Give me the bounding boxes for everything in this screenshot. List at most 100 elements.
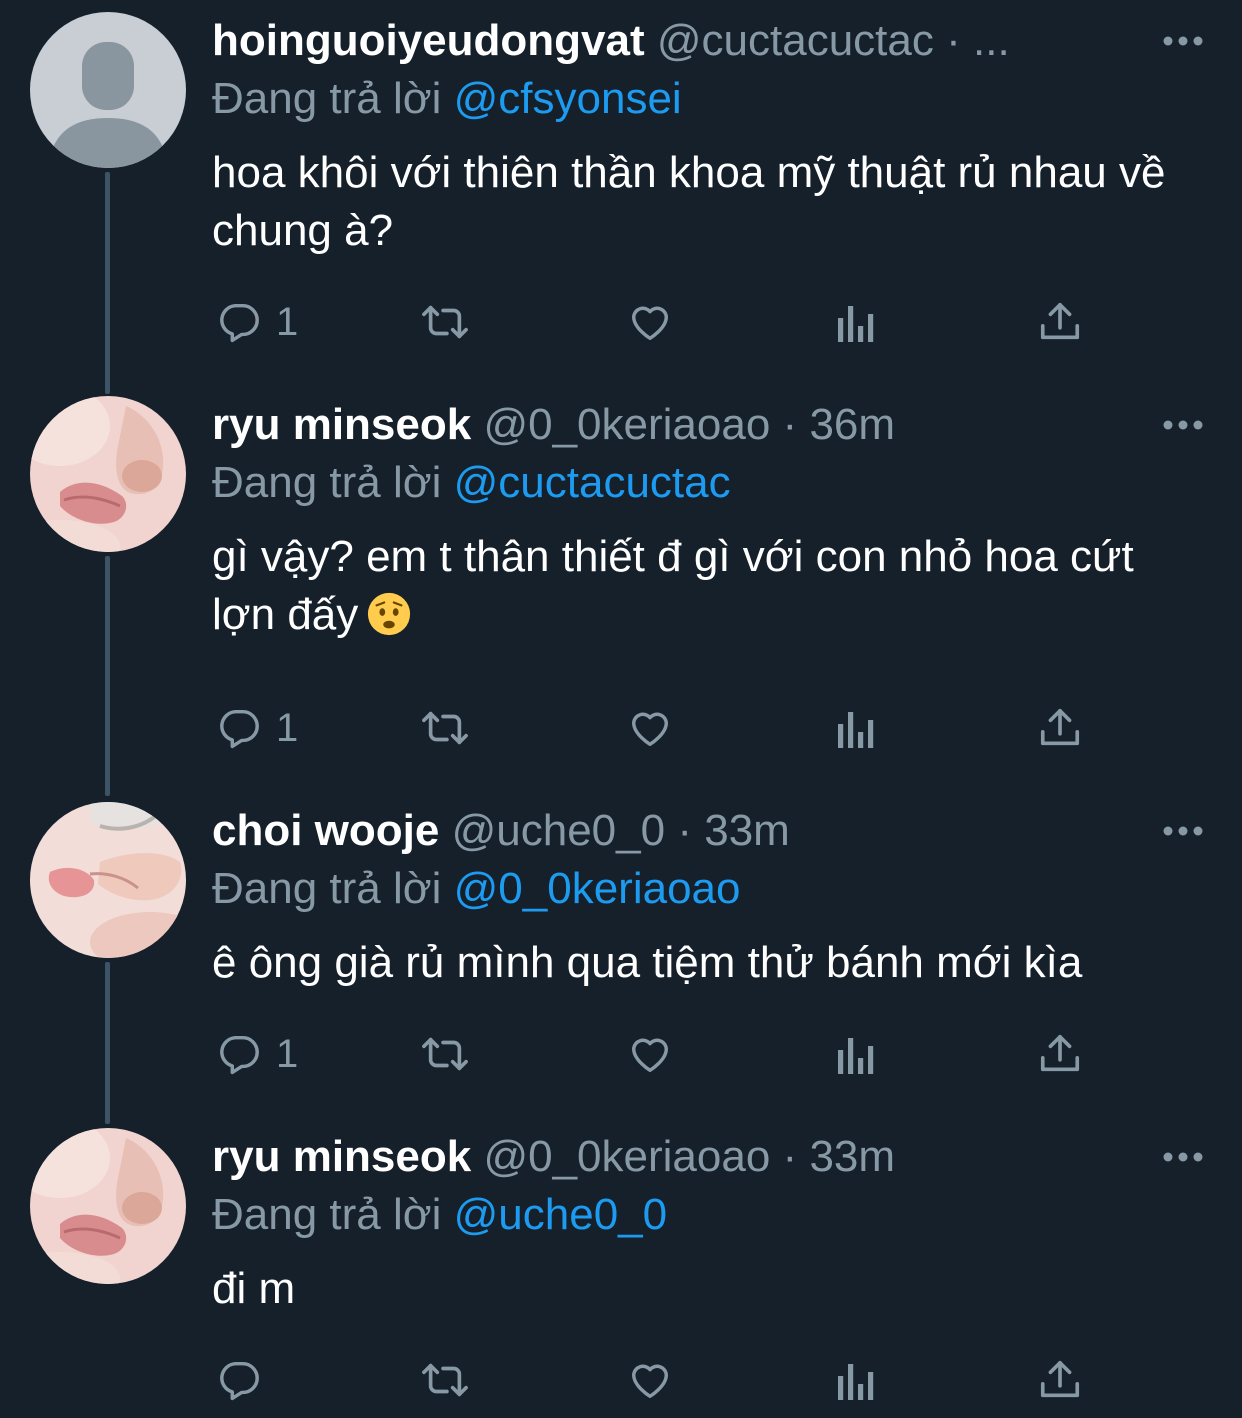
- more-options-button[interactable]: [1158, 1128, 1208, 1186]
- tweet-thread: hoinguoiyeudongvat @cuctacuctac · ... Đa…: [0, 0, 1242, 1418]
- tweet-time[interactable]: 33m: [809, 1132, 895, 1181]
- share-icon: [1040, 708, 1080, 746]
- avatar[interactable]: [30, 396, 186, 552]
- share-icon: [1040, 302, 1080, 340]
- tweet-time[interactable]: 36m: [809, 400, 895, 449]
- thread-connector: [105, 962, 110, 1124]
- retweet-icon: [422, 1037, 468, 1071]
- retweet-button[interactable]: [418, 698, 472, 758]
- face-photo-avatar-icon: [30, 1128, 186, 1284]
- tweet-actions: 1: [212, 698, 1092, 758]
- tweet-content: ryu minseok @0_0keriaoao · 36m Đang trả …: [212, 396, 1212, 644]
- like-button[interactable]: [626, 292, 674, 352]
- heart-icon: [631, 306, 669, 341]
- tweet-actions: 1: [212, 292, 1092, 352]
- user-handle[interactable]: @uche0_0: [452, 806, 666, 855]
- display-name[interactable]: hoinguoiyeudongvat: [212, 16, 645, 65]
- reply-button[interactable]: 1: [216, 698, 298, 758]
- replying-to-line: Đang trả lời @cuctacuctac: [212, 454, 1212, 512]
- tweet-header: hoinguoiyeudongvat @cuctacuctac · ...: [212, 12, 1212, 70]
- heart-icon: [631, 712, 669, 747]
- reply-count: 1: [276, 1032, 299, 1076]
- thread-connector: [105, 172, 110, 394]
- more-options-button[interactable]: [1158, 12, 1208, 70]
- user-handle[interactable]: @cuctacuctac: [657, 16, 934, 65]
- reply-icon: [220, 709, 259, 749]
- analytics-button[interactable]: [836, 1350, 876, 1410]
- share-button[interactable]: [1038, 292, 1082, 352]
- share-button[interactable]: [1038, 1024, 1082, 1084]
- tweet-content: hoinguoiyeudongvat @cuctacuctac · ... Đa…: [212, 12, 1212, 260]
- tweet-time[interactable]: 33m: [704, 806, 790, 855]
- retweet-button[interactable]: [418, 1350, 472, 1410]
- like-button[interactable]: [626, 1350, 674, 1410]
- replying-to-handle[interactable]: @cuctacuctac: [454, 458, 731, 507]
- user-handle[interactable]: @0_0keriaoao: [483, 400, 770, 449]
- more-options-button[interactable]: [1158, 396, 1208, 454]
- tweet-text: gì vậy? em t thân thiết đ gì với con nhỏ…: [212, 528, 1202, 644]
- more-dots-icon: [1163, 1152, 1203, 1162]
- retweet-icon: [422, 711, 468, 745]
- reply-count: 1: [276, 706, 299, 750]
- tweet-content: ryu minseok @0_0keriaoao · 33m Đang trả …: [212, 1128, 1212, 1318]
- worried-face-emoji: [368, 592, 411, 636]
- replying-to-label: Đang trả lời: [212, 458, 442, 507]
- face-photo-avatar-icon: [30, 396, 186, 552]
- tweet-time[interactable]: ...: [973, 16, 1010, 65]
- header-separator: ·: [782, 400, 798, 449]
- analytics-button[interactable]: [836, 1024, 876, 1084]
- more-dots-icon: [1163, 420, 1203, 430]
- display-name[interactable]: choi wooje: [212, 806, 439, 855]
- retweet-icon: [422, 305, 468, 339]
- analytics-icon: [838, 306, 874, 342]
- replying-to-line: Đang trả lời @cfsyonsei: [212, 70, 1212, 128]
- replying-to-handle[interactable]: @0_0keriaoao: [454, 864, 741, 913]
- replying-to-handle[interactable]: @uche0_0: [454, 1190, 668, 1239]
- header-separator: ·: [946, 16, 961, 65]
- like-button[interactable]: [626, 1024, 674, 1084]
- heart-icon: [631, 1038, 669, 1073]
- analytics-icon: [838, 712, 874, 748]
- avatar[interactable]: [30, 12, 186, 168]
- tweet-text: hoa khôi với thiên thần khoa mỹ thuật rủ…: [212, 144, 1202, 260]
- tweet-actions: [212, 1350, 1092, 1410]
- share-icon: [1040, 1360, 1080, 1398]
- share-icon: [1040, 1034, 1080, 1072]
- tweet-header: ryu minseok @0_0keriaoao · 33m: [212, 1128, 1212, 1186]
- share-button[interactable]: [1038, 1350, 1082, 1410]
- user-handle[interactable]: @0_0keriaoao: [483, 1132, 770, 1181]
- reply-count: 1: [276, 300, 299, 344]
- reply-icon: [220, 1361, 259, 1401]
- replying-to-handle[interactable]: @cfsyonsei: [454, 74, 682, 123]
- more-dots-icon: [1163, 36, 1203, 46]
- reply-icon: [220, 303, 259, 343]
- display-name[interactable]: ryu minseok: [212, 1132, 471, 1181]
- more-dots-icon: [1163, 826, 1203, 836]
- replying-to-line: Đang trả lời @0_0keriaoao: [212, 860, 1212, 918]
- avatar[interactable]: [30, 802, 186, 958]
- share-button[interactable]: [1038, 698, 1082, 758]
- retweet-button[interactable]: [418, 292, 472, 352]
- retweet-icon: [422, 1363, 468, 1397]
- analytics-icon: [838, 1038, 874, 1074]
- reply-button[interactable]: 1: [216, 1024, 298, 1084]
- reply-button[interactable]: 1: [216, 292, 298, 352]
- tweet-text-content: đi m: [212, 1264, 296, 1313]
- tweet-content: choi wooje @uche0_0 · 33m Đang trả lời @…: [212, 802, 1212, 992]
- avatar[interactable]: [30, 1128, 186, 1284]
- replying-to-line: Đang trả lời @uche0_0: [212, 1186, 1212, 1244]
- tweet-text-content: ê ông già rủ mình qua tiệm thử bánh mới …: [212, 938, 1083, 987]
- analytics-icon: [838, 1364, 874, 1400]
- replying-to-label: Đang trả lời: [212, 1190, 442, 1239]
- analytics-button[interactable]: [836, 292, 876, 352]
- replying-to-label: Đang trả lời: [212, 74, 442, 123]
- reply-button[interactable]: [216, 1350, 276, 1410]
- replying-to-label: Đang trả lời: [212, 864, 442, 913]
- tweet-text: ê ông già rủ mình qua tiệm thử bánh mới …: [212, 934, 1202, 992]
- like-button[interactable]: [626, 698, 674, 758]
- default-profile-icon: [30, 12, 186, 168]
- display-name[interactable]: ryu minseok: [212, 400, 471, 449]
- analytics-button[interactable]: [836, 698, 876, 758]
- more-options-button[interactable]: [1158, 802, 1208, 860]
- retweet-button[interactable]: [418, 1024, 472, 1084]
